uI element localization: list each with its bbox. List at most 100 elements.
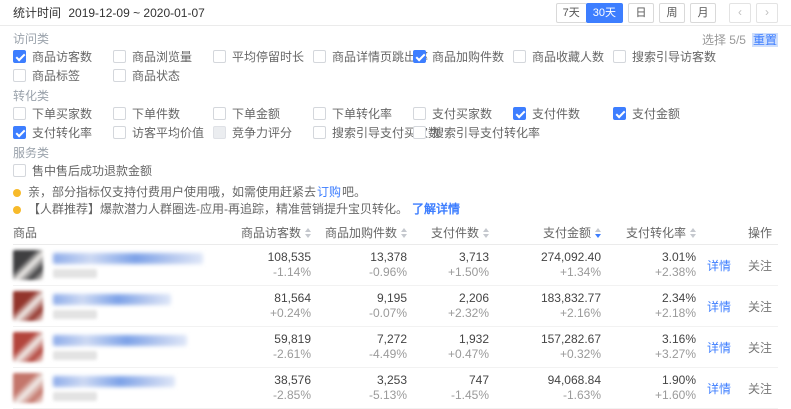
metric-value: 157,282.67 [489, 332, 601, 347]
checkbox-icon[interactable] [413, 107, 426, 120]
checkbox-icon[interactable] [313, 126, 326, 139]
column-header: 商品 [13, 224, 235, 241]
checkbox-icon[interactable] [513, 107, 526, 120]
metric-checkbox-item[interactable]: 平均停留时长 [213, 49, 313, 64]
checkbox-icon[interactable] [113, 107, 126, 120]
metric-checkbox-item[interactable]: 下单金额 [213, 106, 313, 121]
metric-checkbox-item[interactable]: 商品浏览量 [113, 49, 213, 64]
product-title-blurred [53, 335, 187, 346]
checkbox-icon[interactable] [113, 69, 126, 82]
metric-checkbox-item[interactable]: 售中售后成功退款金额 [13, 163, 113, 178]
checkbox-icon[interactable] [13, 50, 26, 63]
checkbox-icon[interactable] [513, 50, 526, 63]
metric-checkbox-item[interactable]: 支付转化率 [13, 125, 113, 140]
metric-value: 183,832.77 [489, 291, 601, 306]
checkbox-icon[interactable] [213, 126, 226, 139]
metric-label: 下单金额 [232, 105, 280, 122]
metric-delta: -1.14% [235, 265, 311, 280]
range-button[interactable]: 周 [659, 3, 685, 23]
metric-delta: +0.32% [489, 347, 601, 362]
metric-cell: 2,206 +2.32% [407, 291, 489, 321]
metric-checkbox-item[interactable]: 商品详情页跳出率 [313, 49, 413, 64]
actions-cell: 详情 关注 [696, 298, 778, 315]
notice-text: 【人群推荐】爆款潜力人群圈选-应用-再追踪，精准营销提升宝贝转化。 [28, 201, 408, 218]
follow-link[interactable]: 关注 [748, 257, 772, 274]
checkbox-icon[interactable] [413, 50, 426, 63]
range-button[interactable]: 30天 [586, 3, 623, 23]
metric-delta: +1.34% [489, 265, 601, 280]
metric-delta: -5.13% [311, 388, 407, 403]
notice-list: 亲，部分指标仅支持付费用户使用哦，如需使用赶紧去 订购 吧。 【人群推荐】爆款潜… [0, 178, 791, 218]
metric-checkbox-item[interactable]: 商品加购件数 [413, 49, 513, 64]
metric-value: 3.01% [601, 250, 696, 265]
product-cell[interactable] [13, 332, 235, 362]
checkbox-icon[interactable] [213, 107, 226, 120]
product-cell[interactable] [13, 250, 235, 280]
follow-link[interactable]: 关注 [748, 339, 772, 356]
metric-value: 2.34% [601, 291, 696, 306]
metric-value: 38,576 [235, 373, 311, 388]
metric-group: 转化类 下单买家数 下单件数 下单金额 下单转化率 支付买家数 支付件数 支付金… [13, 90, 778, 140]
checkbox-icon[interactable] [13, 164, 26, 177]
metric-checkbox-item[interactable]: 支付金额 [613, 106, 713, 121]
column-label: 支付件数 [431, 224, 479, 241]
product-cell[interactable] [13, 291, 235, 321]
metric-group-label: 访问类 [13, 33, 778, 46]
column-header: 商品访客数 [235, 224, 311, 241]
range-button[interactable]: 日 [628, 3, 654, 23]
metric-delta: +0.47% [407, 347, 489, 362]
metric-checkbox-item[interactable]: 支付件数 [513, 106, 613, 121]
metric-delta: +0.24% [235, 306, 311, 321]
follow-link[interactable]: 关注 [748, 298, 772, 315]
prev-page-button[interactable]: ‹ [729, 3, 751, 23]
metric-value: 94,068.84 [489, 373, 601, 388]
range-button[interactable]: 月 [690, 3, 716, 23]
metric-delta: +1.60% [601, 388, 696, 403]
notice-link[interactable]: 了解详情 [412, 201, 460, 218]
metric-cell: 1,932 +0.47% [407, 332, 489, 362]
range-button[interactable]: 7天 [556, 3, 587, 23]
metric-checkbox-item[interactable]: 下单件数 [113, 106, 213, 121]
metric-checkbox-item[interactable]: 下单转化率 [313, 106, 413, 121]
next-page-button[interactable]: › [756, 3, 778, 23]
metric-checkbox-item[interactable]: 支付买家数 [413, 106, 513, 121]
metric-checkbox-item[interactable]: 商品访客数 [13, 49, 113, 64]
metric-delta: -2.61% [235, 347, 311, 362]
metric-checkbox-item[interactable]: 商品标签 [13, 68, 113, 83]
detail-link[interactable]: 详情 [707, 257, 731, 274]
follow-link[interactable]: 关注 [748, 380, 772, 397]
reset-link[interactable]: 重置 [752, 33, 778, 47]
metric-label: 售中售后成功退款金额 [32, 162, 152, 179]
metric-value: 81,564 [235, 291, 311, 306]
checkbox-icon[interactable] [313, 107, 326, 120]
checkbox-icon[interactable] [13, 126, 26, 139]
checkbox-icon[interactable] [113, 126, 126, 139]
table-header-row: 商品 商品访客数 商品加购件数 支付件数 支付金额 支付转化率 操 [13, 221, 778, 245]
checkbox-icon[interactable] [413, 126, 426, 139]
metric-delta: +2.32% [407, 306, 489, 321]
metric-checkbox-item[interactable]: 下单买家数 [13, 106, 113, 121]
metric-label: 商品收藏人数 [532, 48, 604, 65]
metric-checkbox-item[interactable]: 商品收藏人数 [513, 49, 613, 64]
notice-link[interactable]: 订购 [317, 184, 341, 201]
product-cell[interactable] [13, 373, 235, 403]
detail-link[interactable]: 详情 [707, 380, 731, 397]
checkbox-icon[interactable] [613, 107, 626, 120]
selection-info: 选择 5/5重置 [702, 31, 778, 48]
metric-checkbox-item[interactable]: 搜索引导访客数 [613, 49, 713, 64]
checkbox-icon[interactable] [13, 69, 26, 82]
metric-label: 支付买家数 [432, 105, 492, 122]
metric-checkbox-item[interactable]: 商品状态 [113, 68, 213, 83]
metric-cell: 157,282.67 +0.32% [489, 332, 601, 362]
detail-link[interactable]: 详情 [707, 298, 731, 315]
checkbox-icon[interactable] [313, 50, 326, 63]
metric-cell: 38,576 -2.85% [235, 373, 311, 403]
detail-link[interactable]: 详情 [707, 339, 731, 356]
metric-checkbox-item[interactable]: 搜索引导支付转化率 [413, 125, 513, 140]
checkbox-icon[interactable] [113, 50, 126, 63]
metric-checkbox-item[interactable]: 访客平均价值 [113, 125, 213, 140]
checkbox-icon[interactable] [613, 50, 626, 63]
checkbox-icon[interactable] [213, 50, 226, 63]
metric-checkbox-item[interactable]: 搜索引导支付买家数 [313, 125, 413, 140]
checkbox-icon[interactable] [13, 107, 26, 120]
